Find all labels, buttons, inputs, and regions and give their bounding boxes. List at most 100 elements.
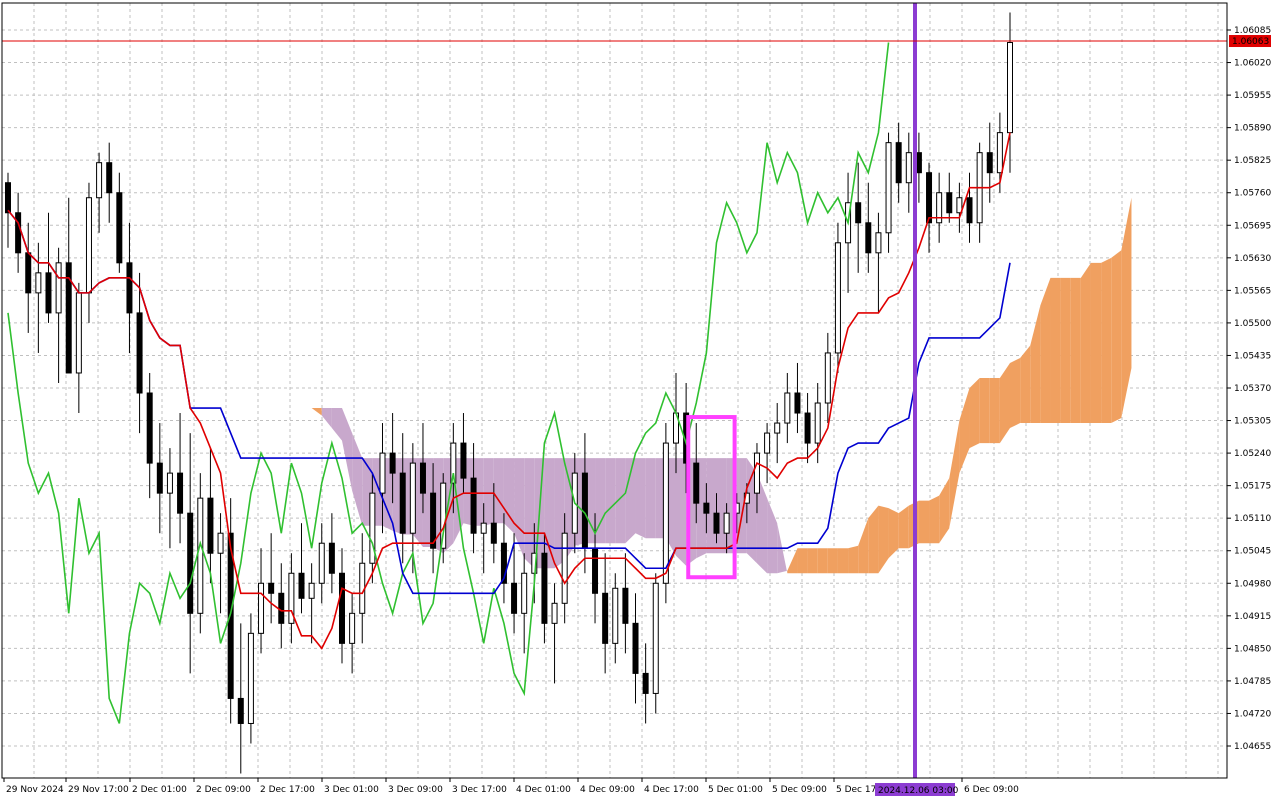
ichimoku-chart: 1.06085 1.06020 1.05955 1.05890 1.05825 1.057… (0, 0, 1280, 800)
candle-body (511, 582, 518, 614)
candle-body (652, 582, 659, 694)
y-tick-label: 1.05045 (1234, 547, 1271, 557)
candle-body (946, 192, 953, 214)
candle-body (723, 512, 730, 534)
candle-body (85, 197, 92, 294)
cloud-segment (1101, 257, 1112, 424)
y-tick-label: 1.05305 (1234, 417, 1271, 427)
candle-body (612, 587, 619, 644)
y-tick-label: 1.05370 (1234, 384, 1271, 394)
candle-body (602, 592, 609, 644)
cloud-segment (898, 505, 909, 549)
candle-body (541, 552, 548, 624)
y-tick-label: 1.04655 (1234, 742, 1271, 752)
candle-body (713, 512, 720, 534)
x-tick-label: 29 Nov 2024 (6, 785, 64, 795)
cloud-segment (918, 500, 930, 544)
x-tick-label: 5 Dec 09:00 (772, 785, 827, 795)
candle-body (885, 142, 892, 234)
candle-body (318, 542, 325, 584)
cloud-segment (1070, 277, 1081, 424)
x-tick-label: 2 Dec 17:00 (260, 785, 315, 795)
cloud-segment (827, 548, 838, 574)
candle-body (662, 442, 669, 584)
candle-body (794, 392, 801, 414)
candle-body (855, 202, 862, 224)
cloud-segment (1080, 262, 1091, 424)
cloud-segment (969, 377, 980, 449)
candle-body (784, 392, 791, 424)
y-tick-label: 1.04785 (1234, 677, 1271, 687)
x-tick-label: 29 Nov 17:00 (68, 785, 129, 795)
candle-body (764, 432, 771, 454)
candle-body (915, 152, 922, 174)
candle-body (419, 462, 426, 494)
candle-body (632, 622, 639, 674)
candle-body (490, 522, 497, 544)
y-tick-label: 1.05955 (1234, 91, 1271, 101)
candle-body (703, 502, 710, 514)
y-tick-label: 1.04915 (1234, 612, 1271, 622)
candle-body (197, 497, 204, 614)
time-marker-label: 2024.12.06 03:00 (878, 786, 959, 796)
candle-body (521, 572, 528, 614)
y-tick-label: 1.06020 (1234, 59, 1271, 69)
candle-body (349, 612, 356, 644)
candle-body (551, 602, 558, 624)
y-tick-label: 1.05175 (1234, 482, 1271, 492)
candle-body (25, 252, 32, 294)
candle-body (75, 292, 82, 374)
cloud-segment (645, 458, 656, 539)
cloud-segment (605, 458, 616, 544)
candle-body (187, 512, 194, 614)
candle-body (146, 392, 153, 464)
candle-body (753, 452, 760, 494)
time-marker-tag: 2024.12.06 03:00 (875, 783, 959, 796)
candle-body (207, 497, 214, 554)
candle-body (339, 572, 345, 644)
candle-body (996, 132, 1003, 174)
candle-body (399, 472, 406, 534)
cloud-segment (989, 377, 1000, 444)
y-tick-label: 1.05760 (1234, 189, 1271, 199)
candle-body (561, 532, 568, 604)
x-tick-label: 4 Dec 01:00 (516, 785, 571, 795)
candle-body (926, 172, 933, 224)
candle-body (15, 212, 22, 254)
candle-body (308, 582, 315, 599)
cloud-segment (807, 548, 818, 574)
candle-body (217, 532, 224, 554)
candle-body (460, 442, 467, 479)
candle-body (96, 162, 103, 199)
candle-body (116, 192, 123, 264)
cloud-segment (837, 548, 849, 574)
cloud-segment (979, 377, 990, 444)
x-tick-label: 3 Dec 01:00 (324, 785, 379, 795)
candle-body (905, 152, 912, 184)
candle-body (966, 197, 973, 224)
candle-body (45, 272, 52, 314)
x-tick-label: 3 Dec 09:00 (388, 785, 443, 795)
cloud-segment (676, 458, 687, 566)
cloud-segment (1050, 277, 1061, 424)
candle-body (693, 462, 700, 504)
x-tick-label: 3 Dec 17:00 (452, 785, 507, 795)
candle-body (986, 152, 993, 174)
cloud-segment (493, 458, 504, 524)
current-price-label: 1.06063 (1232, 37, 1269, 47)
candle-body (592, 547, 599, 594)
candle-body (298, 572, 305, 599)
candle-body (35, 272, 42, 294)
candle-body (136, 312, 143, 394)
candle-body (247, 632, 254, 724)
candle-body (177, 472, 184, 514)
candle-body (126, 262, 133, 314)
candle-body (774, 422, 781, 434)
cloud-segment (524, 458, 535, 569)
y-tick-label: 1.05435 (1234, 351, 1271, 361)
cloud-segment (848, 545, 859, 574)
y-tick-label: 1.05565 (1234, 286, 1271, 296)
candle-body (470, 477, 477, 534)
cloud-segment (1020, 345, 1031, 424)
x-tick-label: 6 Dec 09:00 (964, 785, 1019, 795)
